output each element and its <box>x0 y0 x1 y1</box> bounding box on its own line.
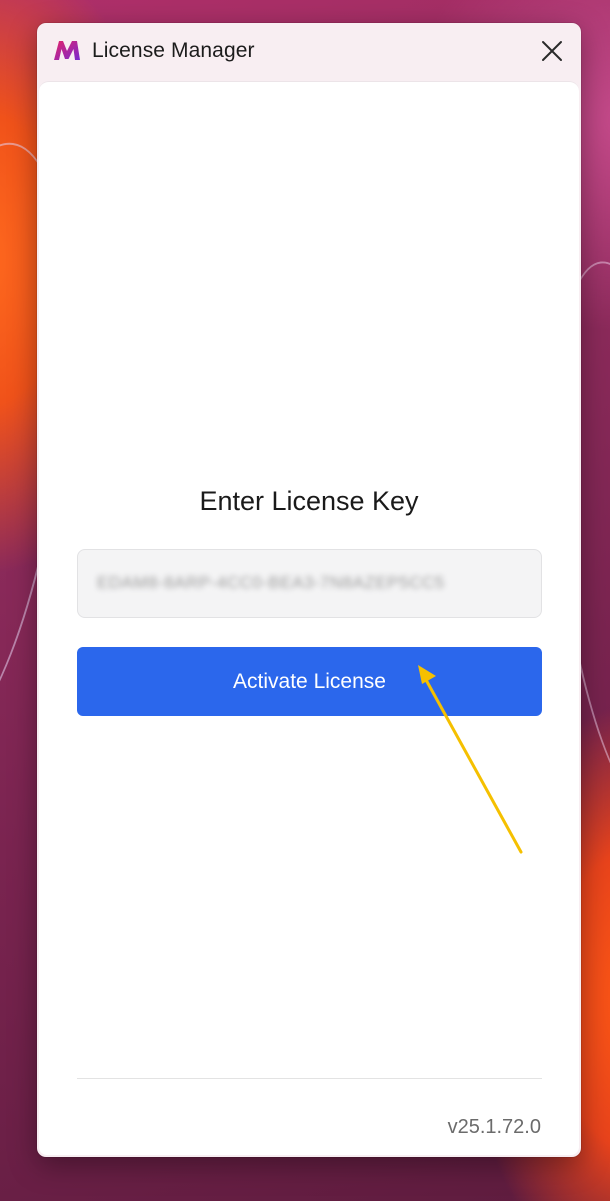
activate-license-button[interactable]: Activate License <box>77 647 542 716</box>
page-title: Enter License Key <box>199 486 419 516</box>
app-logo-icon <box>54 41 80 60</box>
license-key-input[interactable] <box>77 549 542 618</box>
divider <box>77 1078 542 1079</box>
window-title: License Manager <box>92 39 255 62</box>
close-button[interactable] <box>537 36 567 66</box>
license-manager-window: License Manager Enter License Key EDAM8-… <box>37 23 581 1157</box>
titlebar: License Manager <box>37 23 581 81</box>
version-label: v25.1.72.0 <box>447 1116 541 1138</box>
close-icon <box>542 41 562 61</box>
content-panel: Enter License Key EDAM8-8ARP-4CC0-BEA3-7… <box>39 81 579 1155</box>
